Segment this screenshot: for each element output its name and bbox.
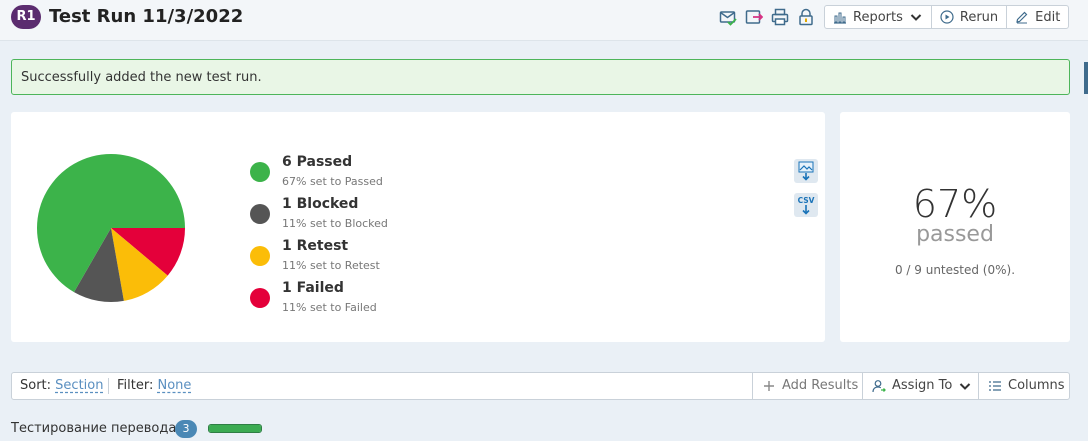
- legend-color-dot: [250, 288, 270, 308]
- reports-label: Reports: [853, 9, 903, 25]
- assign-to-button[interactable]: Assign To: [872, 373, 972, 399]
- legend-percent-label: 67% set to Passed: [282, 175, 383, 188]
- section-progress-fill: [209, 425, 261, 432]
- filter-label: Filter:: [117, 378, 154, 393]
- status-pie-chart: [37, 154, 186, 302]
- pass-label: passed: [916, 222, 994, 247]
- filter-control: Filter: None: [117, 373, 191, 399]
- toolbar-divider: [862, 373, 863, 399]
- pencil-icon: [1016, 11, 1028, 24]
- image-download-icon: [798, 161, 814, 181]
- rerun-button[interactable]: Rerun: [932, 6, 1008, 28]
- legend-color-dot: [250, 246, 270, 266]
- legend-percent-label: 11% set to Blocked: [282, 217, 388, 230]
- legend-count-label: 6 Passed: [282, 154, 353, 170]
- tests-toolbar: Sort: Section Filter: None Add Results A…: [11, 372, 1070, 400]
- mail-check-icon[interactable]: [719, 8, 737, 26]
- scrollbar-handle[interactable]: [1084, 62, 1088, 94]
- toolbar-divider: [978, 373, 979, 399]
- run-badge: R1: [11, 5, 41, 29]
- columns-label: Columns: [1008, 378, 1065, 393]
- legend-percent-label: 11% set to Failed: [282, 301, 377, 314]
- results-chart-panel: 6 Passed 67% set to Passed 1 Blocked 11% se…: [11, 112, 825, 342]
- sort-link[interactable]: Section: [55, 378, 103, 393]
- add-results-label: Add Results: [782, 378, 859, 393]
- legend-count-label: 1 Retest: [282, 238, 349, 254]
- page-title: Test Run 11/3/2022: [49, 6, 244, 27]
- header-button-group: Reports Rerun Edit: [824, 5, 1070, 29]
- pass-percentage: 67%: [912, 182, 998, 226]
- page-header: R1 Test Run 11/3/2022 Reports Rerun Edit: [0, 0, 1088, 41]
- reports-button[interactable]: Reports: [825, 6, 932, 28]
- legend-color-dot: [250, 204, 270, 224]
- csv-text: CSV: [798, 196, 815, 205]
- columns-list-icon: [989, 381, 1001, 391]
- bar-chart-icon: [834, 12, 846, 24]
- legend-color-dot: [250, 162, 270, 182]
- section-title: Тестирование перевода: [11, 421, 177, 436]
- sort-control: Sort: Section: [20, 373, 103, 399]
- assign-to-label: Assign To: [892, 378, 953, 393]
- edit-button[interactable]: Edit: [1007, 6, 1068, 28]
- export-csv-button[interactable]: CSV: [794, 193, 818, 217]
- untested-summary: 0 / 9 untested (0%).: [894, 263, 1016, 277]
- chevron-down-icon: [960, 383, 971, 390]
- legend-count-label: 1 Blocked: [282, 196, 359, 212]
- plus-icon: [764, 381, 774, 391]
- rerun-label: Rerun: [959, 9, 999, 25]
- columns-button[interactable]: Columns: [988, 373, 1065, 399]
- filter-link[interactable]: None: [158, 378, 192, 393]
- add-results-button[interactable]: Add Results: [762, 373, 858, 399]
- sort-label: Sort:: [20, 378, 52, 393]
- section-count-badge: 3: [175, 420, 197, 438]
- chevron-down-icon: [910, 14, 922, 21]
- edit-label: Edit: [1035, 9, 1061, 25]
- legend-count-label: 1 Failed: [282, 280, 344, 296]
- lock-icon[interactable]: [797, 8, 815, 26]
- export-chart-image-button[interactable]: [794, 159, 818, 183]
- toolbar-divider: [752, 373, 753, 399]
- pass-rate-panel: 67% passed 0 / 9 untested (0%).: [840, 112, 1070, 342]
- print-icon[interactable]: [771, 8, 789, 26]
- success-message-text: Successfully added the new test run.: [21, 70, 262, 85]
- success-message: Successfully added the new test run.: [11, 59, 1070, 95]
- export-icon[interactable]: [745, 8, 763, 26]
- play-circle-icon: [940, 10, 954, 24]
- csv-download-icon: CSV: [798, 196, 815, 215]
- toolbar-separator: [108, 378, 109, 394]
- section-progress-bar: [208, 424, 262, 433]
- assign-user-icon: [872, 380, 886, 393]
- legend-percent-label: 11% set to Retest: [282, 259, 380, 272]
